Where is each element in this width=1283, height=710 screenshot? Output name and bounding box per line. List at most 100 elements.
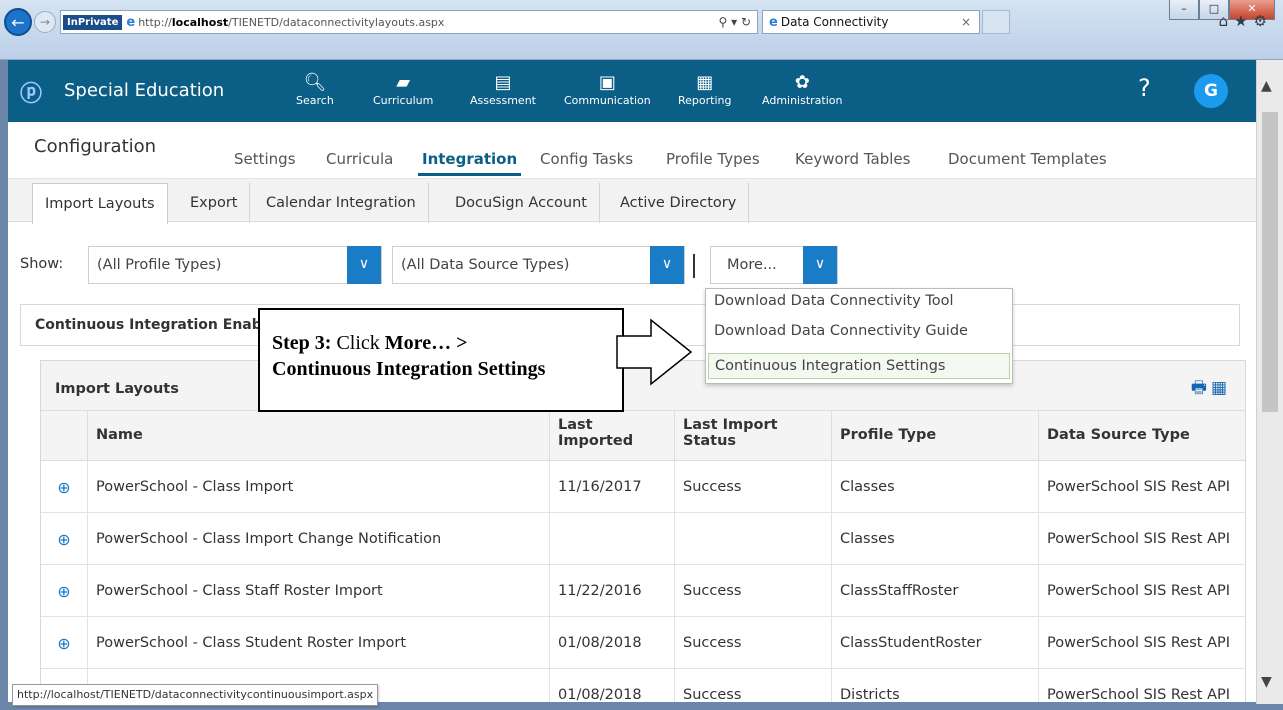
col-data-source-type[interactable]: Data Source Type [1038, 411, 1245, 461]
cell-name: PowerSchool - Class Import [87, 461, 549, 513]
address-bar[interactable]: InPrivate e http://localhost/TIENETD/dat… [60, 10, 758, 34]
address-url: http://localhost/TIENETD/dataconnectivit… [138, 15, 445, 29]
tab-bar: Import Layouts Export Calendar Integrati… [8, 178, 1256, 224]
tab-import-layouts[interactable]: Import Layouts [32, 183, 168, 224]
book-icon: ▰ [396, 72, 411, 93]
menu-item-continuous-integration-settings[interactable]: Continuous Integration Settings [708, 353, 1010, 379]
print-icon[interactable]: 🖶︎ [1191, 378, 1211, 398]
cell-last-imported: 11/16/2017 [549, 461, 674, 513]
col-name[interactable]: Name [87, 411, 549, 461]
divider [693, 254, 695, 278]
nav-reporting[interactable]: ▦ Reporting [678, 72, 731, 107]
zoom-in-icon[interactable]: ⊕ [41, 461, 87, 513]
menu-item-download-guide[interactable]: Download Data Connectivity Guide [714, 323, 968, 339]
subnav-config-tasks[interactable]: Config Tasks [540, 150, 633, 168]
forward-button[interactable]: → [34, 11, 56, 33]
nav-search[interactable]: 🔍︎ Search [296, 72, 334, 107]
browser-chrome: – □ ✕ ← → InPrivate e http://localhost/T… [0, 0, 1283, 60]
scrollbar[interactable]: ▲ ▼ [1256, 60, 1283, 704]
menu-item-download-tool[interactable]: Download Data Connectivity Tool [714, 293, 954, 309]
cell-name: PowerSchool - Class Student Roster Impor… [87, 617, 549, 669]
show-label: Show: [20, 256, 64, 272]
nav-administration[interactable]: ✿ Administration [762, 72, 843, 107]
more-menu: Download Data Connectivity Tool Download… [705, 288, 1013, 384]
profile-types-select[interactable]: (All Profile Types) ∨ [88, 246, 382, 284]
new-tab-button[interactable] [982, 10, 1010, 34]
tab-close-icon[interactable]: × [961, 15, 971, 29]
scroll-up-icon[interactable]: ▲ [1261, 78, 1272, 94]
avatar[interactable]: G [1194, 74, 1228, 108]
subnav-curricula[interactable]: Curricula [326, 150, 393, 168]
cell-status [674, 513, 831, 565]
tab-docusign-account[interactable]: DocuSign Account [443, 183, 600, 223]
zoom-in-icon[interactable]: ⊕ [41, 617, 87, 669]
gear-icon[interactable]: ⚙ [1254, 12, 1273, 30]
search-icon: 🔍︎ [303, 72, 327, 93]
cell-profile-type: Classes [831, 461, 1038, 513]
grid-title: Import Layouts [55, 381, 179, 397]
minimize-button[interactable]: – [1169, 0, 1199, 20]
table-row[interactable]: ⊕ PowerSchool - Class Student Roster Imp… [41, 617, 1245, 669]
nav-curriculum[interactable]: ▰ Curriculum [373, 72, 433, 107]
page-title: Configuration [34, 136, 157, 157]
home-icon[interactable]: ⌂ [1219, 12, 1235, 30]
excel-export-icon[interactable]: ▦ [1211, 378, 1231, 398]
cell-last-imported: 11/22/2016 [549, 565, 674, 617]
inprivate-badge: InPrivate [63, 14, 123, 30]
tab-export[interactable]: Export [178, 183, 251, 223]
page-content: Configuration Settings Curricula Integra… [8, 122, 1256, 702]
nav-assessment[interactable]: ▤ Assessment [470, 72, 536, 107]
cell-name: PowerSchool - Class Import Change Notifi… [87, 513, 549, 565]
scroll-down-icon[interactable]: ▼ [1261, 674, 1272, 690]
address-tools[interactable]: ⚲ ▾ ↻ [719, 15, 752, 29]
chevron-down-icon[interactable]: ∨ [803, 246, 837, 284]
chevron-down-icon[interactable]: ∨ [347, 246, 381, 284]
scroll-thumb[interactable] [1262, 112, 1278, 412]
cell-status: Success [674, 617, 831, 669]
cell-data-source: PowerSchool SIS Rest API [1038, 669, 1245, 702]
table-row[interactable]: ⊕ PowerSchool - Class Import 11/16/2017 … [41, 461, 1245, 513]
help-icon[interactable]: ? [1138, 74, 1151, 102]
communication-icon: ▣ [598, 72, 616, 93]
nav-communication[interactable]: ▣ Communication [564, 72, 651, 107]
data-source-types-select[interactable]: (All Data Source Types) ∨ [392, 246, 685, 284]
cell-name: PowerSchool - Class Staff Roster Import [87, 565, 549, 617]
col-profile-type[interactable]: Profile Type [831, 411, 1038, 461]
favorites-icon[interactable]: ★ [1234, 12, 1253, 30]
step-callout: Step 3: Click More… > Continuous Integra… [258, 308, 624, 412]
subnav-profile-types[interactable]: Profile Types [666, 150, 760, 168]
cell-last-imported: 01/08/2018 [549, 669, 674, 702]
cell-data-source: PowerSchool SIS Rest API [1038, 617, 1245, 669]
table-row[interactable]: ⊕ PowerSchool - Class Staff Roster Impor… [41, 565, 1245, 617]
subnav-integration[interactable]: Integration [417, 150, 522, 176]
zoom-in-icon[interactable]: ⊕ [41, 565, 87, 617]
col-last-imported[interactable]: Last Imported [549, 411, 674, 461]
app-header: ⓟ Special Education 🔍︎ Search ▰ Curriculum… [8, 60, 1256, 122]
cell-profile-type: ClassStudentRoster [831, 617, 1038, 669]
col-last-import-status[interactable]: Last Import Status [674, 411, 831, 461]
col-icon [41, 411, 87, 461]
cell-last-imported: 01/08/2018 [549, 617, 674, 669]
report-icon: ▦ [696, 72, 714, 93]
tab-calendar-integration[interactable]: Calendar Integration [254, 183, 429, 223]
import-layouts-grid: Import Layouts 🖶︎▦ Name Last Imported La… [40, 360, 1246, 702]
more-dropdown[interactable]: More... ∨ [710, 246, 838, 284]
subnav-settings[interactable]: Settings [234, 150, 296, 168]
subnav-document-templates[interactable]: Document Templates [948, 150, 1107, 168]
cell-profile-type: Districts [831, 669, 1038, 702]
cell-last-imported [549, 513, 674, 565]
subnav-keyword-tables[interactable]: Keyword Tables [795, 150, 910, 168]
chevron-down-icon[interactable]: ∨ [650, 246, 684, 284]
cell-data-source: PowerSchool SIS Rest API [1038, 461, 1245, 513]
back-button[interactable]: ← [4, 8, 32, 36]
ie-tab-icon: e [769, 14, 778, 30]
zoom-in-icon[interactable]: ⊕ [41, 513, 87, 565]
cell-data-source: PowerSchool SIS Rest API [1038, 565, 1245, 617]
table-row[interactable]: ⊕ PowerSchool - Class Import Change Noti… [41, 513, 1245, 565]
grid-actions: 🖶︎▦ [1191, 375, 1231, 404]
tab-active-directory[interactable]: Active Directory [608, 183, 750, 223]
gear-icon: ✿ [794, 72, 810, 93]
status-url: http://localhost/TIENETD/dataconnectivit… [12, 684, 379, 706]
cell-status: Success [674, 669, 831, 702]
browser-tab[interactable]: e Data Connectivity × [762, 10, 980, 34]
